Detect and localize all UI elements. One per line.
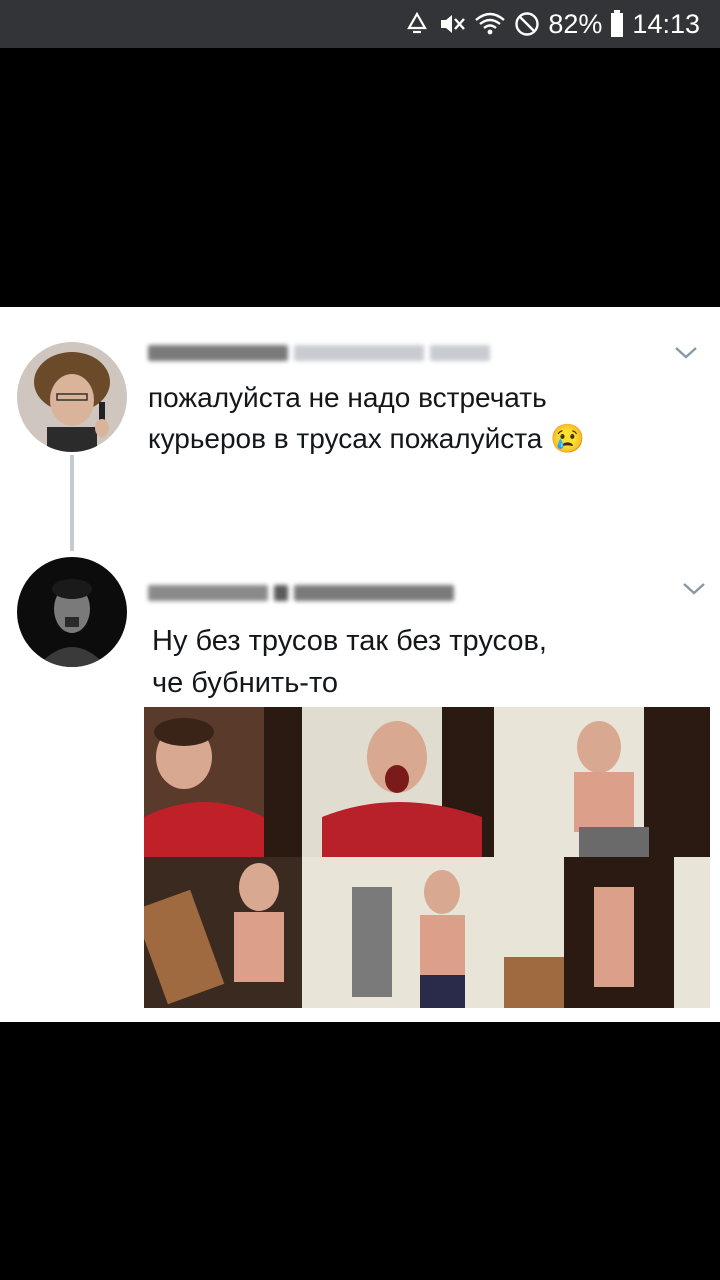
tweet-media-image[interactable] xyxy=(144,707,710,1008)
battery-percent: 82% xyxy=(548,8,603,39)
battery-icon xyxy=(610,10,624,38)
recycle-icon xyxy=(404,11,430,37)
mute-icon xyxy=(438,11,466,37)
meme-panel xyxy=(144,857,302,1008)
blurred-username xyxy=(148,582,454,604)
chevron-down-icon[interactable] xyxy=(680,579,708,604)
status-icons: 82% 14:13 xyxy=(404,0,700,48)
meme-panel xyxy=(302,857,494,1008)
meme-panel xyxy=(494,707,710,857)
wifi-icon xyxy=(474,11,506,37)
status-bar: 82% 14:13 xyxy=(0,0,720,48)
meme-panel xyxy=(494,857,710,1008)
tweet-text-line: Ну без трусов так без трусов, xyxy=(152,625,547,657)
tweet-text-line: че бубнить-то xyxy=(152,667,339,699)
tweet-screenshot: пожалуйста не надо встречать курьеров в … xyxy=(0,307,720,1022)
clock: 14:13 xyxy=(632,8,700,39)
tweet-text: Ну без трусов так без трусов, че бубнить… xyxy=(152,620,547,704)
meme-panel xyxy=(144,707,302,857)
meme-panel xyxy=(302,707,494,857)
no-disturb-icon xyxy=(514,11,540,37)
tweet-2: Ну без трусов так без трусов, че бубнить… xyxy=(0,307,720,1022)
avatar[interactable] xyxy=(17,557,127,667)
